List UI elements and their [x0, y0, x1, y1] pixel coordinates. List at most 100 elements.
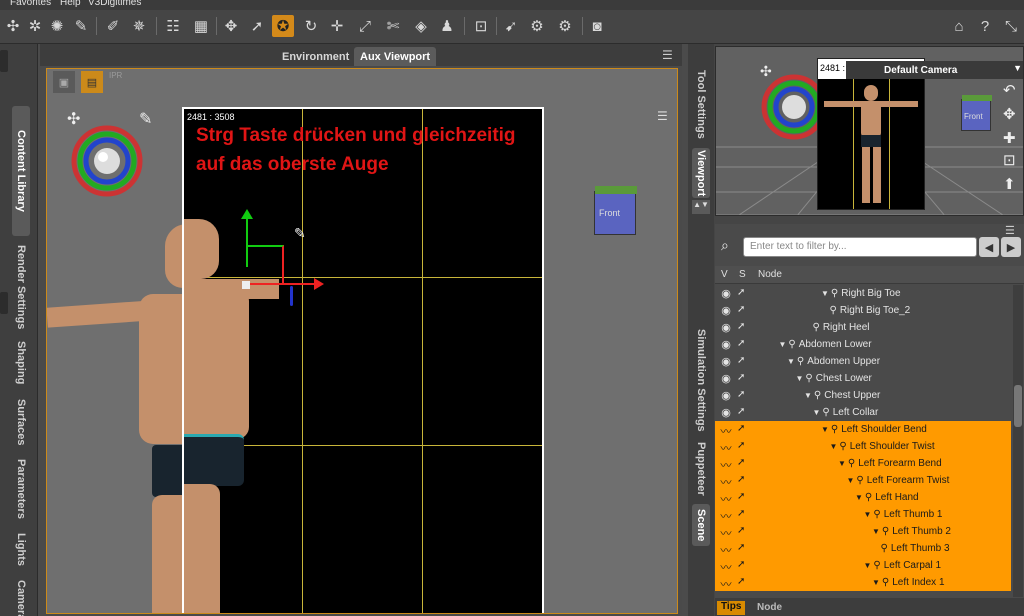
paint-brush-icon[interactable]: ✐	[102, 15, 124, 37]
scene-node-label[interactable]: ▼ ⚲ Abdomen Upper	[787, 356, 880, 367]
scene-node-row[interactable]: 〰 ➚ ▼ ⚲ Left Shoulder Twist	[715, 438, 1011, 455]
scene-node-label[interactable]: ▼ ⚲ Left Thumb 2	[872, 526, 951, 537]
expand-triangle-icon[interactable]: ▼	[872, 578, 880, 587]
scene-node-row[interactable]: ◉ ➚ ⚲ Right Big Toe_2	[715, 302, 1011, 319]
selectable-arrow-icon[interactable]: ➚	[737, 372, 749, 383]
scene-node-row[interactable]: 〰 ➚ ▼ ⚲ Left Carpal 1	[715, 557, 1011, 574]
expand-triangle-icon[interactable]: ▼	[821, 425, 829, 434]
camera-selector[interactable]: Default Camera ▼	[846, 61, 1023, 79]
node-selection-icon[interactable]: ➚	[246, 15, 268, 37]
tab-tool-settings[interactable]: Tool Settings	[692, 64, 710, 144]
gizmo-z-axis[interactable]	[290, 286, 293, 306]
frame-icon[interactable]: ⊡	[1003, 151, 1016, 169]
figure-gizmo-icon[interactable]: ✣	[67, 109, 80, 129]
scene-node-label[interactable]: ▼ ⚲ Left Shoulder Bend	[821, 424, 927, 435]
ds-home-icon[interactable]: ⌂	[948, 15, 970, 37]
pose-sphere-gizmo[interactable]	[69, 121, 149, 201]
scene-node-row[interactable]: ◉ ➚ ▼ ⚲ Abdomen Upper	[715, 353, 1011, 370]
visibility-eye-icon[interactable]: ◉	[719, 389, 733, 402]
tab-simulation-settings[interactable]: Simulation Settings	[692, 326, 710, 434]
visibility-eye-icon[interactable]: ◉	[719, 287, 733, 300]
sparkle-icon[interactable]: ✲	[24, 15, 46, 37]
scene-node-label[interactable]: ▼ ⚲ Right Big Toe	[821, 288, 901, 299]
pan-icon[interactable]: ✥	[1003, 105, 1016, 123]
menu-favorites[interactable]: Favorites	[10, 0, 51, 8]
scene-node-label[interactable]: ▼ ⚲ Abdomen Lower	[779, 339, 872, 350]
visibility-eye-icon[interactable]: ◉	[719, 338, 733, 351]
next-match-button[interactable]: ▶	[1001, 237, 1021, 257]
scale-icon[interactable]: ⤢	[354, 15, 376, 37]
orbit-icon[interactable]: ↶	[1003, 81, 1016, 99]
scene-menu-icon[interactable]: ☰	[1005, 224, 1015, 237]
scene-node-label[interactable]: ▼ ⚲ Left Shoulder Twist	[830, 441, 935, 452]
scene-node-label[interactable]: ▼ ⚲ Left Forearm Twist	[847, 475, 950, 486]
expand-triangle-icon[interactable]: ▼	[821, 289, 829, 298]
expand-triangle-icon[interactable]: ▼	[813, 408, 821, 417]
expand-triangle-icon[interactable]: ▼	[804, 391, 812, 400]
expand-triangle-icon[interactable]: ▼	[779, 340, 787, 349]
scene-node-label[interactable]: ▼ ⚲ Left Index 1	[872, 577, 945, 588]
selectable-arrow-icon[interactable]: ➚	[737, 457, 749, 468]
camera-view-icon[interactable]: ⊡	[470, 15, 492, 37]
visibility-eye-icon[interactable]: 〰	[719, 440, 733, 456]
expand-triangle-icon[interactable]: ▼	[838, 459, 846, 468]
tab-tips[interactable]: Tips	[717, 601, 746, 615]
view-cube[interactable]: Front	[594, 186, 637, 235]
expand-triangle-icon[interactable]: ▼	[787, 357, 795, 366]
visibility-eye-icon[interactable]: ◉	[719, 304, 733, 317]
navigation-icon[interactable]: ✥	[220, 15, 242, 37]
visibility-eye-icon[interactable]: 〰	[719, 474, 733, 490]
joint-editor-icon[interactable]: ✄	[382, 15, 404, 37]
pin-gizmo-icon[interactable]: ✎	[139, 109, 152, 129]
help-pointer-icon[interactable]: ?	[974, 15, 996, 37]
visibility-eye-icon[interactable]: 〰	[719, 423, 733, 439]
tab-environment[interactable]: Environment	[276, 47, 355, 66]
scene-node-label[interactable]: ⚲ Right Heel	[813, 322, 870, 333]
scene-node-label[interactable]: ⚲ Left Thumb 3	[881, 543, 950, 554]
scene-node-label[interactable]: ▼ ⚲ Chest Lower	[796, 373, 872, 384]
scene-node-row[interactable]: 〰 ➚ ▼ ⚲ Left Thumb 1	[715, 506, 1011, 523]
selectable-arrow-icon[interactable]: ➚	[737, 321, 749, 332]
pin-icon[interactable]: ✎	[70, 15, 92, 37]
render-camera-icon[interactable]: ◙	[586, 15, 608, 37]
selectable-arrow-icon[interactable]: ➚	[737, 525, 749, 536]
visibility-eye-icon[interactable]: ◉	[719, 372, 733, 385]
expand-triangle-icon[interactable]: ▼	[864, 510, 872, 519]
scene-node-row[interactable]: 〰 ➚ ▼ ⚲ Left Thumb 2	[715, 523, 1011, 540]
scene-node-row[interactable]: ◉ ➚ ▼ ⚲ Right Big Toe	[715, 285, 1011, 302]
draw-style-icon[interactable]: ▤	[81, 71, 103, 93]
ipr-label[interactable]: IPR	[109, 71, 122, 80]
gizmo-center[interactable]	[242, 281, 250, 289]
scroll-arrows-icon[interactable]: ▲▼	[692, 200, 710, 214]
col-selectable[interactable]: S	[739, 269, 746, 280]
tab-lights[interactable]: Lights	[12, 530, 30, 568]
viewport-menu-icon[interactable]: ☰	[657, 109, 668, 123]
scene-node-row[interactable]: ◉ ➚ ▼ ⚲ Left Collar	[715, 404, 1011, 421]
expand-triangle-icon[interactable]: ▼	[864, 561, 872, 570]
pane-grip-2[interactable]	[0, 292, 8, 314]
scene-node-row[interactable]: ◉ ➚ ▼ ⚲ Abdomen Lower	[715, 336, 1011, 353]
selectable-arrow-icon[interactable]: ➚	[737, 338, 749, 349]
visibility-eye-icon[interactable]: 〰	[719, 508, 733, 524]
selectable-arrow-icon[interactable]: ➚	[737, 304, 749, 315]
visibility-eye-icon[interactable]: 〰	[719, 457, 733, 473]
render-settings-icon[interactable]: ⚙	[526, 15, 548, 37]
pane-grip[interactable]	[0, 50, 8, 72]
translate-icon[interactable]: ✛	[326, 15, 348, 37]
scene-node-label[interactable]: ▼ ⚲ Left Carpal 1	[864, 560, 942, 571]
scene-node-label[interactable]: ▼ ⚲ Chest Upper	[804, 390, 880, 401]
visibility-eye-icon[interactable]: 〰	[719, 576, 733, 592]
selectable-arrow-icon[interactable]: ➚	[737, 559, 749, 570]
tab-puppeteer[interactable]: Puppeteer	[692, 438, 710, 500]
selectable-arrow-icon[interactable]: ➚	[737, 406, 749, 417]
tab-scene[interactable]: Scene	[692, 504, 710, 546]
pane-menu-icon[interactable]: ☰	[662, 48, 673, 62]
selectable-arrow-icon[interactable]: ➚	[737, 491, 749, 502]
render-grid-icon[interactable]: ▦	[190, 15, 212, 37]
scene-node-row[interactable]: ◉ ➚ ⚲ Right Heel	[715, 319, 1011, 336]
scene-node-row[interactable]: 〰 ➚ ▼ ⚲ Left Index 1	[715, 574, 1011, 591]
universal-tool-icon[interactable]: ✪	[272, 15, 294, 37]
prev-match-button[interactable]: ◀	[979, 237, 999, 257]
scene-node-label[interactable]: ▼ ⚲ Left Thumb 1	[864, 509, 943, 520]
filter-input[interactable]: Enter text to filter by...	[743, 237, 977, 257]
